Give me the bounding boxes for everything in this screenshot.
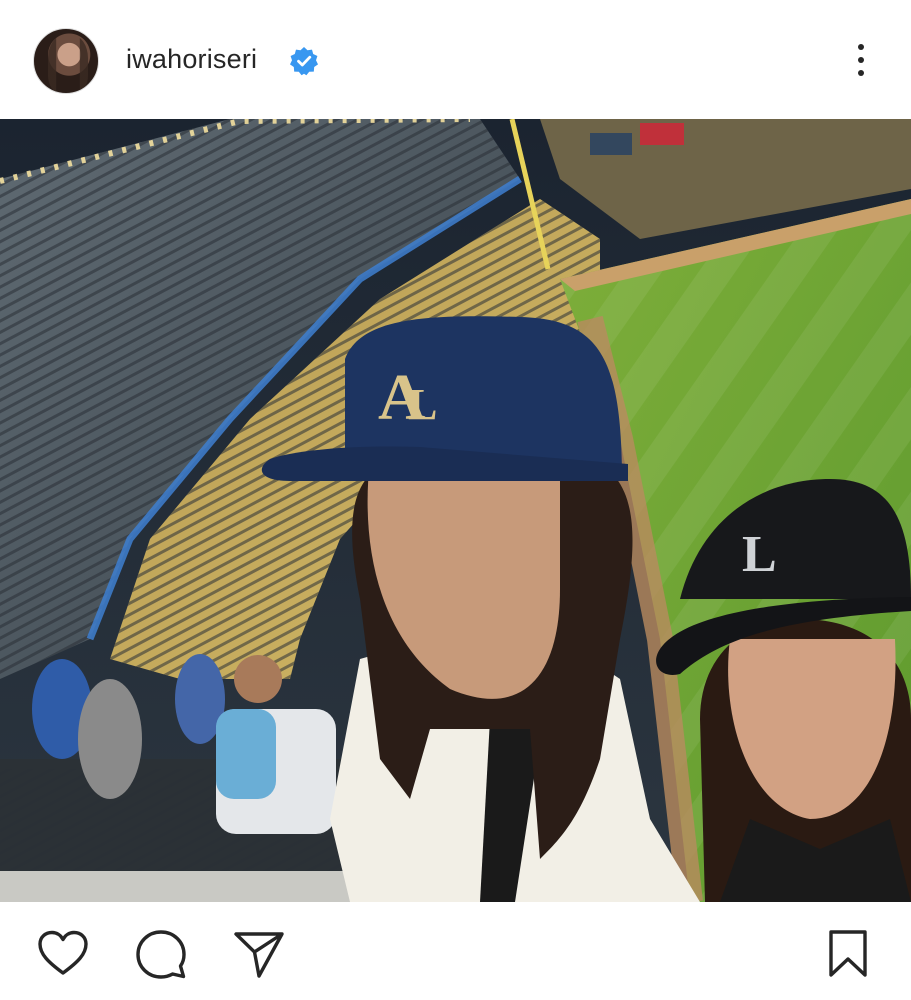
- svg-text:L: L: [742, 526, 777, 583]
- send-paper-plane-icon[interactable]: [232, 928, 286, 980]
- username[interactable]: iwahoriseri: [126, 44, 257, 75]
- bookmark-icon[interactable]: [822, 928, 874, 980]
- post-photo[interactable]: A L L: [0, 119, 911, 902]
- stadium-selfie-image: A L L: [0, 119, 911, 902]
- post-header: iwahoriseri: [0, 0, 911, 120]
- avatar[interactable]: [33, 28, 99, 94]
- more-options-icon[interactable]: [846, 40, 876, 82]
- heart-icon[interactable]: [36, 928, 90, 980]
- verified-badge-icon: [289, 46, 319, 76]
- svg-text:L: L: [408, 380, 437, 429]
- comment-bubble-icon[interactable]: [134, 928, 188, 980]
